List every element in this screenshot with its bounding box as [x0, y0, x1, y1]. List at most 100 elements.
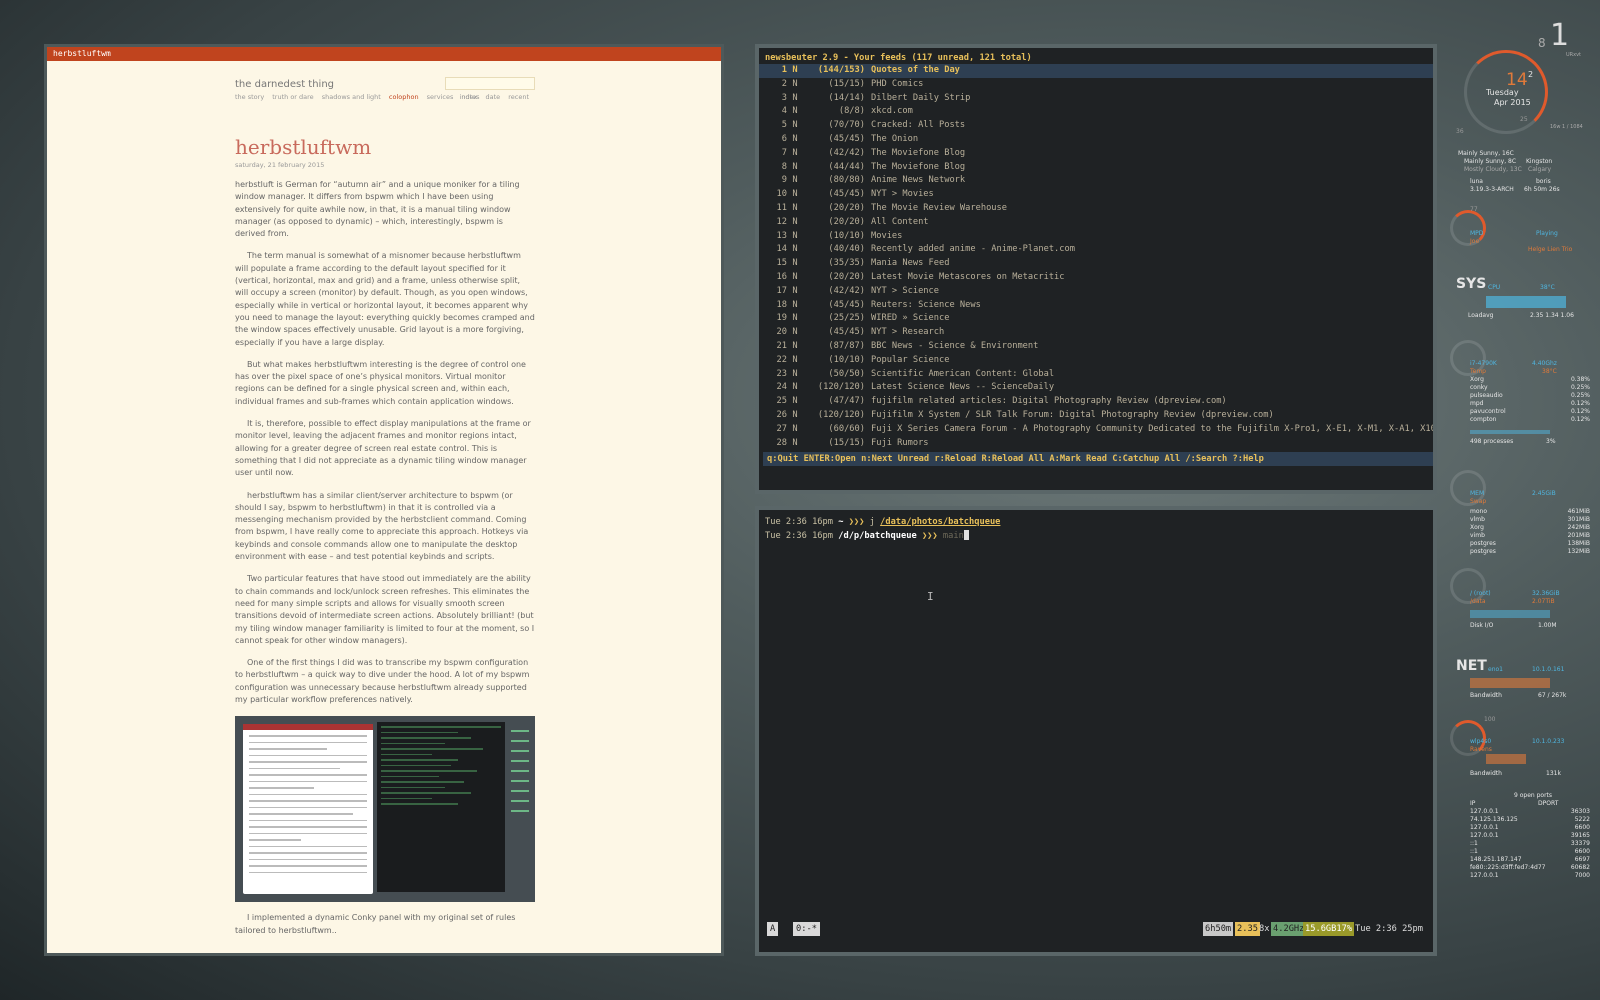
- feed-count: (20/20): [828, 216, 865, 227]
- nav-link-shadows-and-light[interactable]: shadows and light: [322, 93, 381, 101]
- feed-row[interactable]: 25 N (47/47) fujifilm related articles: Dig…: [759, 395, 1433, 409]
- tmux-session[interactable]: A: [767, 922, 779, 936]
- feed-title: NYT > Movies: [871, 189, 934, 200]
- feed-row[interactable]: 26 N (120/120) Fujifilm X System / SLR Talk…: [759, 409, 1433, 423]
- feed-flag: N: [792, 368, 798, 379]
- feed-title: BBC News - Science & Environment: [871, 340, 1039, 351]
- feed-row[interactable]: 3 N (14/14) Dilbert Daily Strip: [759, 92, 1433, 106]
- iface2: wlp4s0: [1470, 738, 1492, 745]
- feed-title: Movies: [871, 230, 903, 241]
- shell-terminal[interactable]: Tue 2:36 16pm ~ ❯❯❯ j /data/photos/batch…: [755, 506, 1437, 956]
- feed-count: (60/60): [828, 423, 865, 434]
- process-cpu: 0.38%: [1570, 376, 1590, 383]
- process-name: pavucontrol: [1470, 408, 1506, 415]
- feed-count: (45/45): [828, 189, 865, 200]
- feed-row[interactable]: 11 N (20/20) The Movie Review Warehouse: [759, 202, 1433, 216]
- nav-link-index[interactable]: index: [460, 93, 478, 101]
- feed-row[interactable]: 12 N (20/20) All Content: [759, 216, 1433, 230]
- feed-row[interactable]: 17 N (42/42) NYT > Science: [759, 285, 1433, 299]
- prompt-cwd: ~: [838, 517, 844, 527]
- feed-row[interactable]: 6 N (45/45) The Onion: [759, 133, 1433, 147]
- mpd-user: Joe: [1470, 238, 1480, 245]
- feed-title: Recently added anime - Anime-Planet.com: [871, 244, 1075, 255]
- feed-count: (40/40): [828, 244, 865, 255]
- bandwidth-1: 67 / 267k: [1538, 692, 1567, 699]
- diskio-label: Disk I/O: [1470, 622, 1494, 629]
- nav-link-services[interactable]: services: [427, 93, 454, 101]
- feed-title: Fuji X Series Camera Forum - A Photograp…: [871, 423, 1437, 434]
- feed-flag: N: [792, 106, 798, 117]
- feed-title: fujifilm related articles: Digital Photo…: [871, 396, 1227, 407]
- bandwidth-label: Bandwidth: [1470, 692, 1502, 699]
- feed-row[interactable]: 10 N (45/45) NYT > Movies: [759, 188, 1433, 202]
- feed-row[interactable]: 22 N (10/10) Popular Science: [759, 354, 1433, 368]
- feed-row[interactable]: 4 N (8/8) xkcd.com: [759, 105, 1433, 119]
- feed-index: 20: [776, 327, 787, 338]
- disk-root: / (root): [1470, 590, 1491, 597]
- mem-process-size: 132MiB: [1567, 548, 1590, 555]
- feed-count: (20/20): [828, 271, 865, 282]
- username: boris: [1536, 178, 1551, 185]
- feed-row[interactable]: 27 N (60/60) Fuji X Series Camera Forum - A…: [759, 423, 1433, 437]
- process-count: 498 processes: [1470, 438, 1514, 445]
- feed-row[interactable]: 20 N (45/45) NYT > Research: [759, 326, 1433, 340]
- feed-flag: N: [792, 327, 798, 338]
- feed-flag: N: [792, 189, 798, 200]
- workspace-current[interactable]: 1: [1550, 18, 1569, 53]
- search-input[interactable]: [445, 77, 535, 90]
- feed-count: (8/8): [838, 106, 865, 117]
- sys-label: SYS: [1456, 276, 1487, 292]
- newsbeuter-terminal[interactable]: newsbeuter 2.9 - Your feeds (117 unread,…: [755, 44, 1437, 494]
- feed-row[interactable]: 18 N (45/45) Reuters: Science News: [759, 299, 1433, 313]
- uptime-small: 16w 1 / 1084: [1550, 124, 1583, 130]
- nav-link-story[interactable]: the story: [235, 93, 264, 101]
- port-ip: 127.0.0.1: [1470, 808, 1499, 815]
- feed-index: 5: [781, 120, 787, 131]
- feed-row[interactable]: 19 N (25/25) WIRED » Science: [759, 312, 1433, 326]
- mem-label: MEM: [1470, 490, 1485, 497]
- nav-link-colophon[interactable]: colophon: [389, 93, 419, 101]
- feed-row[interactable]: 1 N (144/153) Quotes of the Day: [759, 64, 1433, 78]
- feed-index: 22: [776, 354, 787, 365]
- port-ip: 127.0.0.1: [1470, 872, 1499, 879]
- post-date: saturday, 21 february 2015: [235, 161, 325, 169]
- feed-row[interactable]: 2 N (15/15) PHD Comics: [759, 78, 1433, 92]
- feed-index: 11: [776, 202, 787, 213]
- feed-index: 14: [776, 244, 787, 255]
- nav-link-recent[interactable]: recent: [508, 93, 529, 101]
- kernel: 3.19.3-3-ARCH: [1470, 186, 1514, 193]
- command-input[interactable]: main: [943, 531, 964, 541]
- feed-flag: N: [792, 216, 798, 227]
- feed-row[interactable]: 16 N (20/20) Latest Movie Metascores on Met…: [759, 271, 1433, 285]
- feed-flag: N: [792, 133, 798, 144]
- nav-link-date[interactable]: date: [485, 93, 500, 101]
- feed-index: 28: [776, 437, 787, 448]
- workspace-label: URxvt: [1566, 52, 1582, 58]
- feed-flag: N: [792, 299, 798, 310]
- feed-row[interactable]: 23 N (50/50) Scientific American Content: G…: [759, 368, 1433, 382]
- feed-row[interactable]: 9 N (80/80) Anime News Network: [759, 174, 1433, 188]
- feed-row[interactable]: 7 N (42/42) The Moviefone Blog: [759, 147, 1433, 161]
- feed-row[interactable]: 24 N (120/120) Latest Science News -- Scien…: [759, 381, 1433, 395]
- feed-title: The Moviefone Blog: [871, 147, 966, 158]
- feed-row[interactable]: 8 N (44/44) The Moviefone Blog: [759, 161, 1433, 175]
- screenshot-image[interactable]: [235, 716, 535, 903]
- wifi-quality: 100: [1484, 716, 1496, 723]
- nav-link-truth-or-dare[interactable]: truth or dare: [272, 93, 313, 101]
- port-number: 6600: [1574, 824, 1590, 831]
- feed-index: 7: [781, 147, 787, 158]
- feed-row[interactable]: 5 N (70/70) Cracked: All Posts: [759, 119, 1433, 133]
- feed-row[interactable]: 28 N (15/15) Fuji Rumors: [759, 437, 1433, 451]
- mem-process-size: 301MiB: [1567, 516, 1590, 523]
- workspace-prev[interactable]: 8: [1538, 36, 1546, 50]
- mem-process-size: 138MiB: [1567, 540, 1590, 547]
- feed-row[interactable]: 14 N (40/40) Recently added anime - Anime-P…: [759, 243, 1433, 257]
- feed-row[interactable]: 21 N (87/87) BBC News - Science & Environme…: [759, 340, 1433, 354]
- feed-row[interactable]: 15 N (35/35) Mania News Feed: [759, 257, 1433, 271]
- port-number: 39165: [1570, 832, 1590, 839]
- tmux-window-tab[interactable]: 0:-*: [793, 922, 820, 936]
- feed-row[interactable]: 13 N (10/10) Movies: [759, 230, 1433, 244]
- bandwidth-label: Bandwidth: [1470, 770, 1502, 777]
- post-paragraph: But what makes herbstluftwm interesting …: [235, 359, 526, 406]
- disk-io-graph: [1470, 610, 1550, 618]
